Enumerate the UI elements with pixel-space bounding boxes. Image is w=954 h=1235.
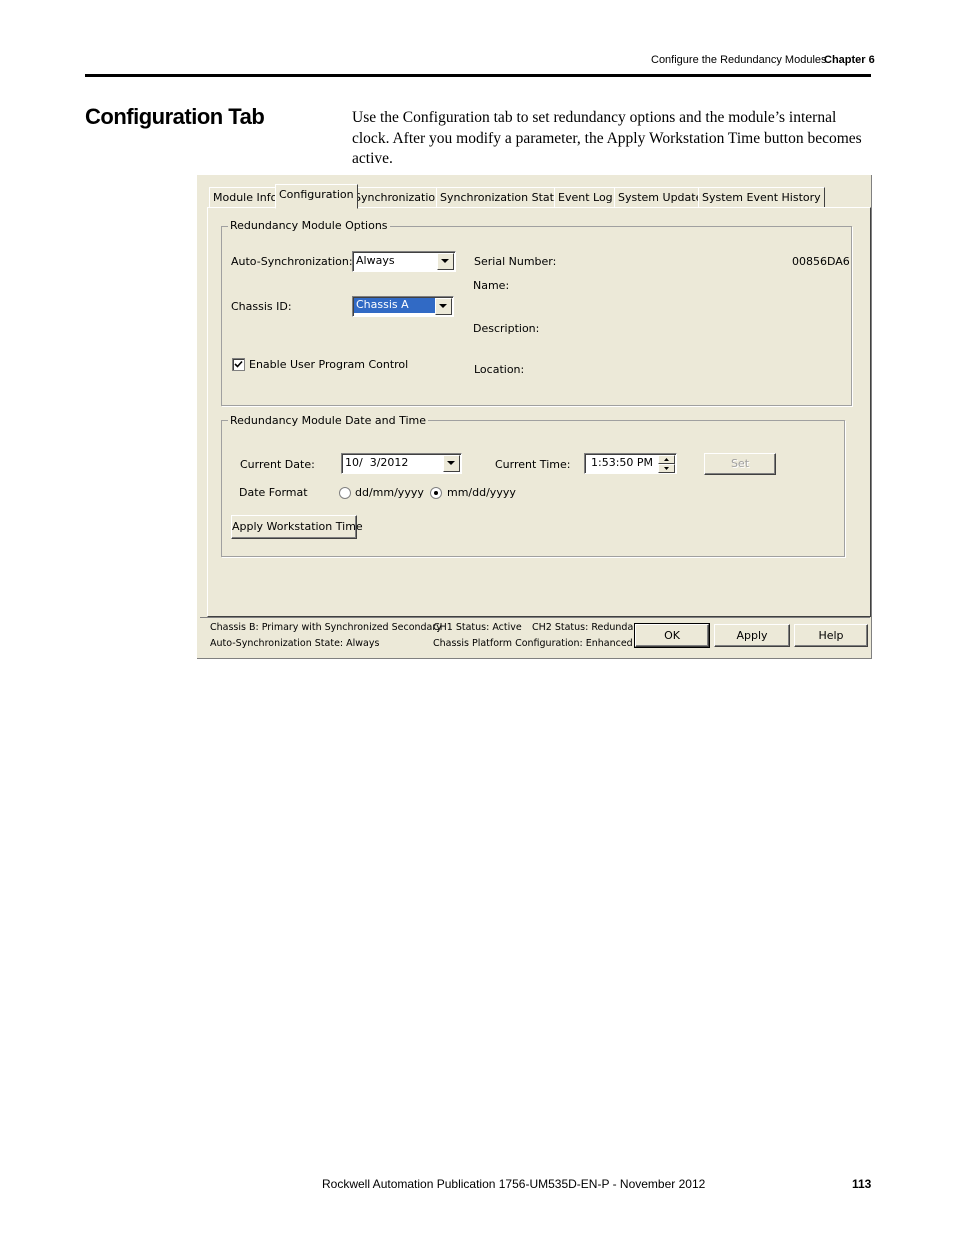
running-header-chapter: Chapter 6 bbox=[824, 54, 875, 66]
tab-synchronization[interactable]: Synchronization bbox=[350, 187, 447, 207]
enable-upc-label: Enable User Program Control bbox=[249, 358, 409, 371]
current-time-spinner[interactable]: 1:53:50 PM bbox=[584, 453, 677, 474]
chassis-id-value: Chassis A bbox=[354, 298, 436, 313]
apply-workstation-time-button[interactable]: Apply Workstation Time bbox=[231, 515, 363, 539]
header-rule bbox=[85, 74, 871, 77]
serial-number-label: Serial Number: bbox=[474, 255, 557, 268]
chevron-down-icon[interactable] bbox=[437, 253, 454, 270]
checkmark-icon bbox=[234, 360, 243, 368]
chevron-down-icon[interactable] bbox=[443, 455, 460, 472]
datetime-group-title: Redundancy Module Date and Time bbox=[228, 414, 428, 427]
section-heading: Configuration Tab bbox=[85, 104, 265, 129]
chevron-down-icon[interactable] bbox=[435, 298, 452, 315]
current-date-value: 10/ 3/2012 bbox=[345, 456, 409, 469]
spin-up-icon[interactable] bbox=[658, 455, 675, 464]
options-group bbox=[221, 226, 852, 406]
configuration-panel: Redundancy Module Options Auto-Synchroni… bbox=[207, 207, 871, 617]
options-group-title: Redundancy Module Options bbox=[228, 219, 390, 232]
tab-synchronization-status[interactable]: Synchronization Status bbox=[436, 187, 571, 207]
current-time-label: Current Time: bbox=[495, 458, 571, 471]
date-format-label: Date Format bbox=[239, 486, 308, 499]
ok-button[interactable]: OK bbox=[634, 623, 710, 648]
apply-button[interactable]: Apply bbox=[714, 624, 790, 647]
platform-config-text: Chassis Platform Configuration: Enhanced bbox=[433, 638, 633, 649]
format-mmddyyyy-label: mm/dd/yyyy bbox=[447, 486, 516, 499]
tab-event-log[interactable]: Event Log bbox=[554, 187, 617, 207]
current-date-picker[interactable]: 10/ 3/2012 bbox=[341, 453, 462, 474]
tab-system-update[interactable]: System Update bbox=[614, 187, 707, 207]
format-ddmmyyyy-radio[interactable] bbox=[339, 487, 351, 499]
help-button[interactable]: Help bbox=[794, 624, 868, 647]
module-properties-dialog: Module Info Configuration Synchronizatio… bbox=[196, 174, 872, 659]
location-label: Location: bbox=[474, 363, 525, 376]
serial-number-value: 00856DA6 bbox=[792, 255, 850, 268]
running-header-section: Configure the Redundancy Modules bbox=[651, 54, 827, 66]
page-number: 113 bbox=[852, 1177, 872, 1191]
set-button[interactable]: Set bbox=[704, 453, 776, 475]
intro-paragraph: Use the Configuration tab to set redunda… bbox=[352, 109, 862, 167]
spin-down-icon[interactable] bbox=[658, 464, 675, 473]
auto-sync-state-text: Auto-Synchronization State: Always bbox=[210, 638, 380, 649]
enable-upc-checkbox[interactable] bbox=[232, 358, 245, 371]
name-label: Name: bbox=[473, 279, 510, 292]
footer-publication: Rockwell Automation Publication 1756-UM5… bbox=[322, 1177, 706, 1191]
current-time-value: 1:53:50 PM bbox=[591, 456, 654, 469]
tab-system-event-history[interactable]: System Event History bbox=[698, 187, 825, 207]
auto-sync-combo[interactable]: Always bbox=[352, 251, 456, 272]
current-date-label: Current Date: bbox=[240, 458, 315, 471]
tab-configuration[interactable]: Configuration bbox=[275, 184, 358, 209]
auto-sync-value: Always bbox=[356, 254, 395, 267]
format-ddmmyyyy-label: dd/mm/yyyy bbox=[355, 486, 424, 499]
ch2-status-text: CH2 Status: Redundant bbox=[532, 622, 644, 633]
chassis-id-combo[interactable]: Chassis A bbox=[352, 296, 454, 317]
auto-sync-label: Auto-Synchronization: bbox=[231, 255, 353, 268]
ch1-status-text: CH1 Status: Active bbox=[433, 622, 522, 633]
format-mmddyyyy-radio[interactable] bbox=[430, 487, 442, 499]
chassis-id-label: Chassis ID: bbox=[231, 300, 292, 313]
chassis-status-text: Chassis B: Primary with Synchronized Sec… bbox=[210, 622, 442, 633]
description-label: Description: bbox=[473, 322, 540, 335]
tab-module-info[interactable]: Module Info bbox=[209, 187, 282, 207]
